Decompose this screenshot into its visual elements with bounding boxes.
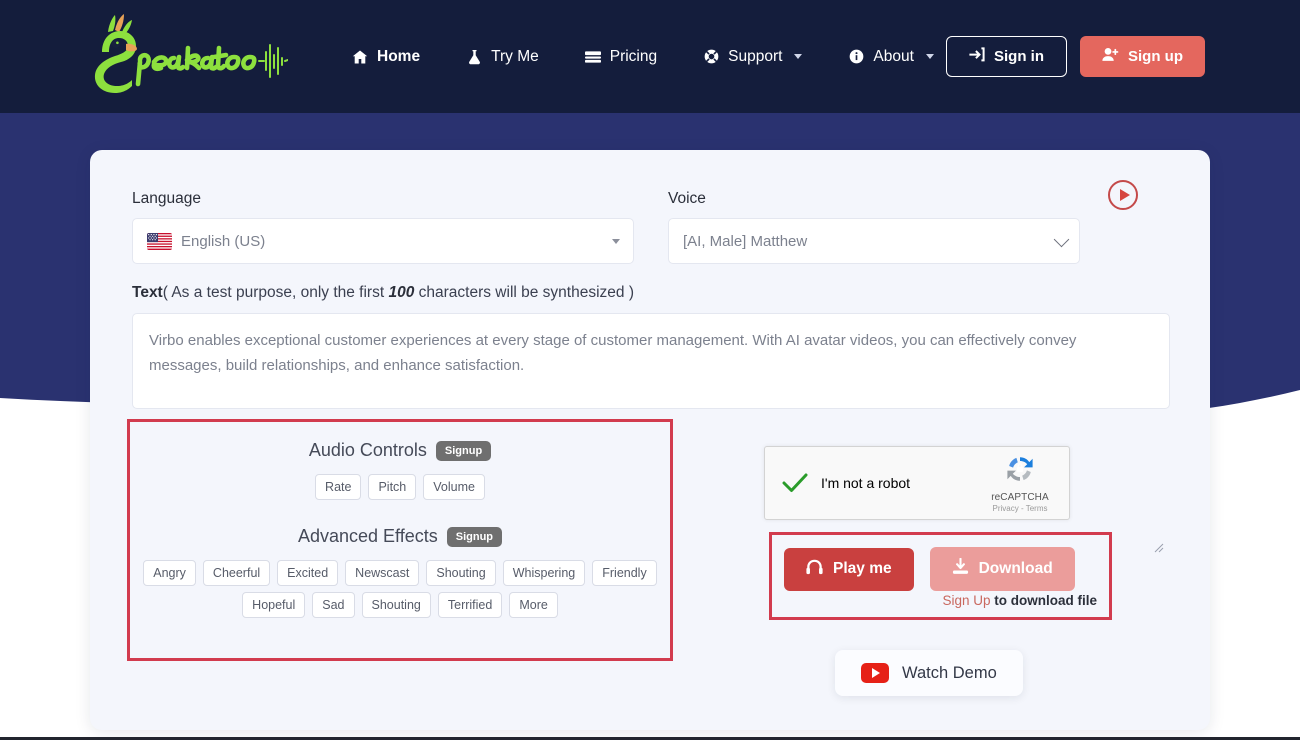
nav-item-label: Home — [377, 48, 420, 66]
youtube-icon — [861, 663, 889, 683]
advanced-effects-title-row: Advanced Effects Signup — [298, 526, 502, 547]
language-select[interactable]: English (US) — [132, 218, 634, 264]
nav-item-label: Support — [728, 48, 782, 66]
play-me-button[interactable]: Play me — [784, 548, 914, 591]
text-label-row: Text( As a test purpose, only the first … — [132, 284, 634, 302]
brand-logo[interactable] — [88, 12, 288, 97]
text-input[interactable] — [132, 313, 1170, 409]
recaptcha-label: I'm not a robot — [821, 475, 983, 491]
chip-angry[interactable]: Angry — [143, 560, 196, 586]
recaptcha-brand-name: reCAPTCHA — [983, 492, 1057, 503]
sign-up-link[interactable]: Sign Up — [942, 593, 990, 608]
download-label: Download — [979, 560, 1053, 578]
chip-volume[interactable]: Volume — [423, 474, 485, 500]
download-button[interactable]: Download — [930, 547, 1075, 591]
language-field: Language — [132, 190, 634, 264]
lifebuoy-icon — [703, 49, 719, 65]
flask-icon — [466, 49, 482, 65]
text-hint-suffix: characters will be synthesized ) — [414, 284, 634, 301]
chip-rate[interactable]: Rate — [315, 474, 361, 500]
headphones-icon — [806, 559, 823, 580]
info-icon — [848, 49, 864, 65]
chevron-down-icon — [1054, 232, 1070, 248]
text-hint-prefix: ( As a test purpose, only the first — [163, 284, 389, 301]
language-value: English (US) — [181, 233, 265, 250]
sign-in-label: Sign in — [994, 48, 1044, 65]
nav-links: Home Try Me Pricing Support — [352, 0, 980, 113]
nav-actions: Sign in Sign up — [946, 0, 1205, 113]
chip-cheerful[interactable]: Cheerful — [203, 560, 270, 586]
selects-row: Language — [132, 190, 1172, 264]
textarea-resize-grip[interactable] — [1152, 541, 1164, 553]
chip-shouting[interactable]: Shouting — [426, 560, 495, 586]
audio-controls-chips: Rate Pitch Volume — [315, 474, 485, 500]
sign-up-button[interactable]: Sign up — [1080, 36, 1205, 77]
play-circle-icon — [1120, 189, 1130, 201]
watch-demo-label: Watch Demo — [902, 664, 997, 683]
play-me-label: Play me — [833, 560, 892, 578]
recaptcha-legal[interactable]: Privacy - Terms — [983, 504, 1057, 513]
chip-terrified[interactable]: Terrified — [438, 592, 502, 618]
tts-card: Language — [90, 150, 1210, 730]
language-label: Language — [132, 190, 634, 208]
audio-controls-signup-badge[interactable]: Signup — [436, 441, 491, 461]
sign-in-icon — [969, 47, 985, 66]
home-icon — [352, 49, 368, 65]
advanced-effects-title: Advanced Effects — [298, 526, 438, 547]
recaptcha-logo-icon — [1004, 453, 1036, 485]
chip-friendly[interactable]: Friendly — [592, 560, 656, 586]
nav-item-label: About — [873, 48, 914, 66]
sign-up-label: Sign up — [1128, 48, 1183, 65]
chip-more[interactable]: More — [509, 592, 557, 618]
top-navbar: Home Try Me Pricing Support — [0, 0, 1300, 113]
nav-item-label: Try Me — [491, 48, 539, 66]
chip-pitch[interactable]: Pitch — [368, 474, 416, 500]
check-icon — [782, 472, 808, 494]
voice-label: Voice — [668, 190, 1080, 208]
recaptcha-widget[interactable]: I'm not a robot reCAPTCHA Privacy - Term… — [764, 446, 1070, 520]
advanced-effects-chips-row1: Angry Cheerful Excited Newscast Shouting… — [143, 560, 656, 586]
nav-item-about[interactable]: About — [848, 40, 934, 74]
download-hint-rest: to download file — [991, 593, 1098, 608]
chip-hopeful[interactable]: Hopeful — [242, 592, 305, 618]
actions-row: Play me Download — [772, 535, 1109, 591]
recaptcha-brand: reCAPTCHA Privacy - Terms — [983, 453, 1057, 513]
chip-excited[interactable]: Excited — [277, 560, 338, 586]
watch-demo-button[interactable]: Watch Demo — [835, 650, 1023, 696]
page-root: Home Try Me Pricing Support — [0, 0, 1300, 740]
recaptcha-checkbox[interactable] — [781, 469, 809, 497]
nav-item-home[interactable]: Home — [352, 40, 420, 74]
advanced-effects-signup-badge[interactable]: Signup — [447, 527, 502, 547]
chip-whispering[interactable]: Whispering — [503, 560, 586, 586]
chip-newscast[interactable]: Newscast — [345, 560, 419, 586]
chevron-down-icon — [794, 54, 802, 59]
chip-sad[interactable]: Sad — [312, 592, 354, 618]
voice-value: [AI, Male] Matthew — [683, 233, 807, 250]
chip-shouting-2[interactable]: Shouting — [362, 592, 431, 618]
nav-item-try-me[interactable]: Try Me — [466, 40, 539, 74]
actions-panel-highlight: Play me Download Sign Up to download fil… — [769, 532, 1112, 620]
user-plus-icon — [1102, 47, 1119, 66]
voice-field: Voice [AI, Male] Matthew — [668, 190, 1080, 264]
nav-item-pricing[interactable]: Pricing — [585, 40, 657, 74]
voice-preview-button[interactable] — [1108, 180, 1138, 210]
caret-down-icon — [612, 239, 620, 244]
nav-item-label: Pricing — [610, 48, 657, 66]
text-label: Text — [132, 284, 163, 301]
download-signup-hint: Sign Up to download file — [942, 593, 1097, 608]
voice-select[interactable]: [AI, Male] Matthew — [668, 218, 1080, 264]
chevron-down-icon — [926, 54, 934, 59]
text-hint-number: 100 — [388, 284, 414, 301]
speakatoo-logo-icon — [88, 12, 288, 97]
us-flag-icon — [147, 233, 172, 250]
card-icon — [585, 49, 601, 65]
audio-controls-title: Audio Controls — [309, 440, 427, 461]
download-icon — [952, 558, 969, 580]
audio-effects-panel-highlight: Audio Controls Signup Rate Pitch Volume … — [127, 419, 673, 661]
advanced-effects-chips-row2: Hopeful Sad Shouting Terrified More — [242, 592, 558, 618]
sign-in-button[interactable]: Sign in — [946, 36, 1067, 77]
nav-item-support[interactable]: Support — [703, 40, 802, 74]
audio-controls-title-row: Audio Controls Signup — [309, 440, 491, 461]
